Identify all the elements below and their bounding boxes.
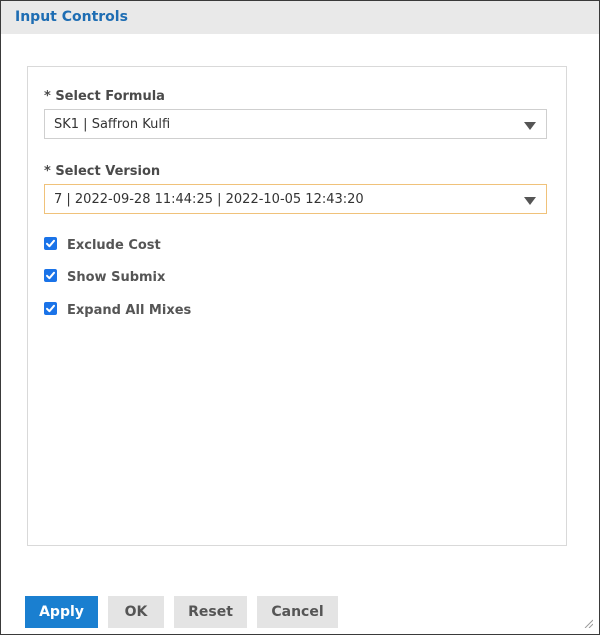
apply-button[interactable]: Apply	[25, 596, 98, 628]
exclude-cost-label[interactable]: Exclude Cost	[67, 238, 161, 253]
show-submix-checkbox[interactable]	[44, 269, 57, 282]
formula-select-value: SK1 | Saffron Kulfi	[54, 117, 171, 132]
expand-all-mixes-label[interactable]: Expand All Mixes	[67, 303, 191, 318]
show-submix-label[interactable]: Show Submix	[67, 270, 165, 285]
checkmark-icon	[46, 304, 55, 313]
cancel-button[interactable]: Cancel	[257, 596, 338, 628]
checkmark-icon	[46, 271, 55, 280]
ok-button[interactable]: OK	[108, 596, 164, 628]
dropdown-arrow-icon	[524, 197, 536, 205]
version-select-value: 7 | 2022-09-28 11:44:25 | 2022-10-05 12:…	[54, 192, 364, 207]
version-select[interactable]: 7 | 2022-09-28 11:44:25 | 2022-10-05 12:…	[44, 184, 547, 214]
resize-grip-icon[interactable]	[583, 618, 593, 628]
form-panel: * Select Formula SK1 | Saffron Kulfi * S…	[27, 66, 567, 546]
expand-all-mixes-checkbox[interactable]	[44, 302, 57, 315]
dropdown-arrow-icon	[524, 122, 536, 130]
reset-button[interactable]: Reset	[174, 596, 247, 628]
formula-select[interactable]: SK1 | Saffron Kulfi	[44, 109, 547, 139]
dialog-title: Input Controls	[15, 9, 128, 25]
select-version-label: * Select Version	[44, 164, 161, 179]
input-controls-dialog: Input Controls * Select Formula SK1 | Sa…	[0, 0, 600, 635]
checkmark-icon	[46, 239, 55, 248]
exclude-cost-checkbox[interactable]	[44, 237, 57, 250]
select-formula-label: * Select Formula	[44, 89, 165, 104]
dialog-titlebar: Input Controls	[1, 1, 599, 34]
